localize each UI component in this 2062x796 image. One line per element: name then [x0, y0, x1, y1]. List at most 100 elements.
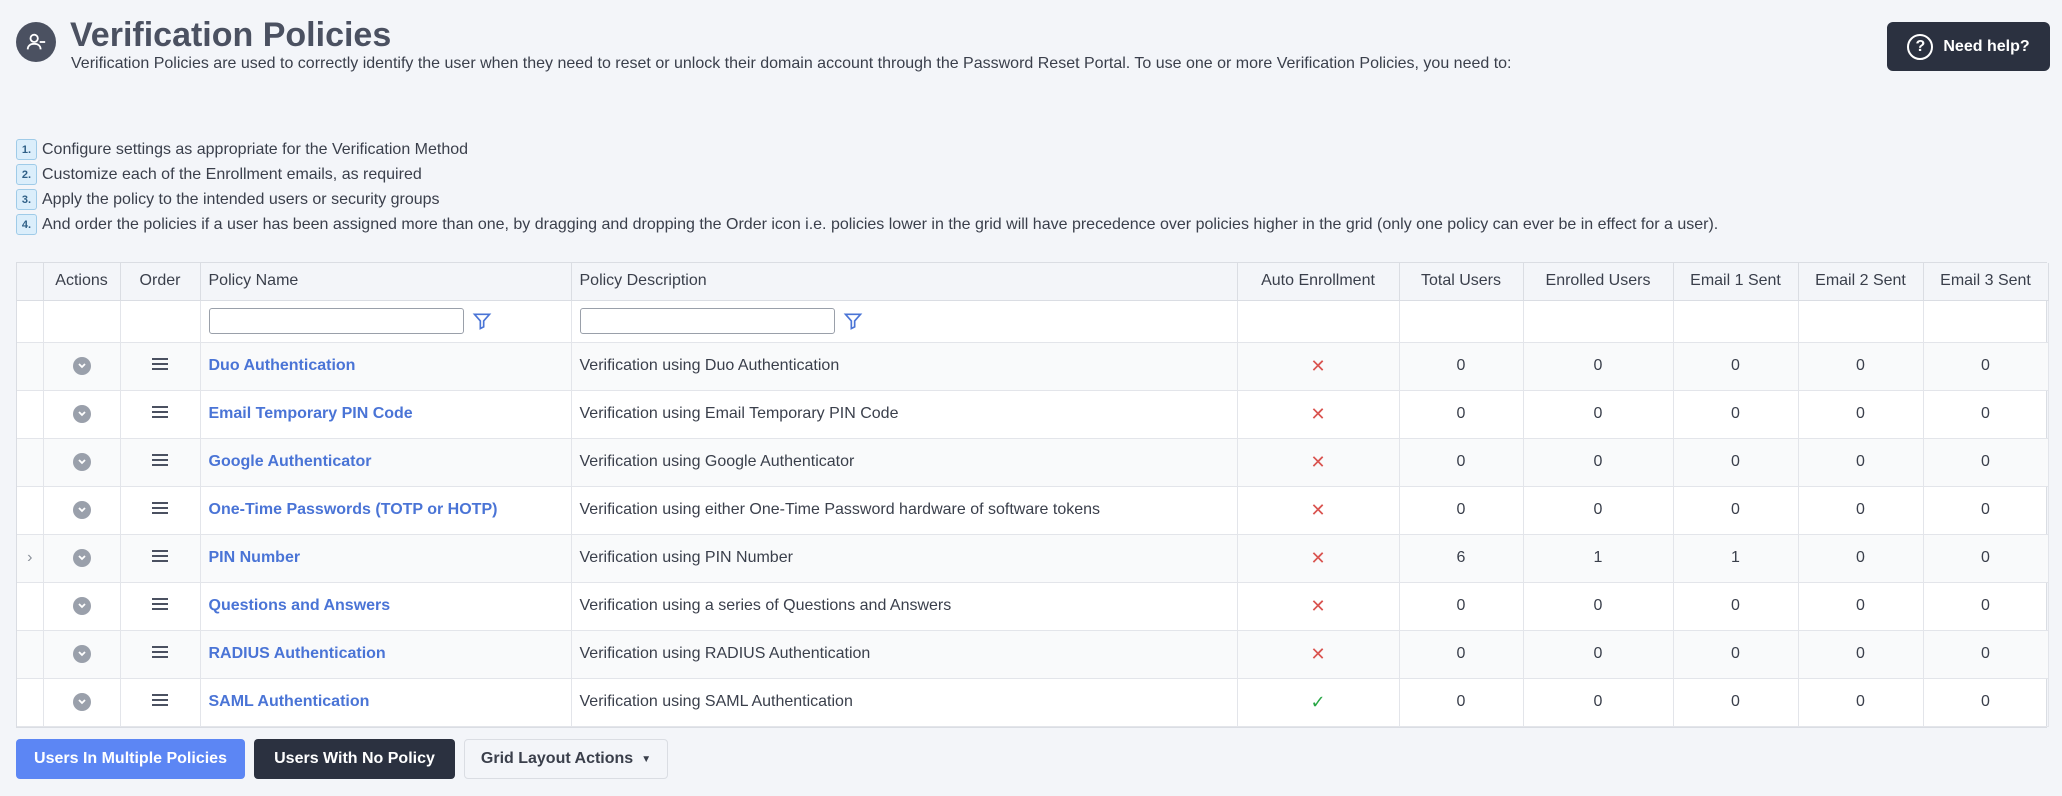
header-row: Actions Order Policy Name Policy Descrip… — [17, 263, 2049, 301]
column-header-policy-name[interactable]: Policy Name — [200, 263, 572, 301]
step-item: 3. Apply the policy to the intended user… — [16, 187, 1718, 212]
cross-icon: ✕ — [1310, 643, 1326, 664]
chevron-right-icon[interactable]: › — [27, 549, 32, 566]
page-description: Verification Policies are used to correc… — [71, 55, 1512, 72]
drag-handle-icon[interactable] — [150, 500, 170, 516]
policy-name-link[interactable]: Duo Authentication — [209, 357, 356, 374]
policy-name-link[interactable]: Email Temporary PIN Code — [209, 405, 413, 422]
column-header-enrolled-users[interactable]: Enrolled Users — [1523, 263, 1674, 301]
step-item: 1. Configure settings as appropriate for… — [16, 137, 1718, 162]
cross-icon: ✕ — [1310, 355, 1326, 376]
email1-sent: 0 — [1673, 630, 1799, 679]
chevron-down-circle-icon[interactable] — [72, 692, 91, 711]
policy-name-link[interactable]: Google Authenticator — [209, 453, 372, 470]
policy-description: Verification using RADIUS Authentication — [571, 630, 1238, 679]
step-number: 2. — [16, 164, 37, 185]
step-number: 1. — [16, 139, 37, 160]
drag-handle-icon[interactable] — [150, 404, 170, 420]
table-row[interactable]: Google Authenticator Verification using … — [17, 438, 2049, 487]
chevron-down-circle-icon[interactable] — [72, 452, 91, 471]
chevron-down-circle-icon[interactable] — [72, 644, 91, 663]
policies-grid: Actions Order Policy Name Policy Descrip… — [16, 262, 2049, 728]
chevron-down-circle-icon[interactable] — [72, 548, 91, 567]
table-row[interactable]: › PIN Number Verification using PIN Numb… — [17, 534, 2049, 583]
cross-icon: ✕ — [1310, 451, 1326, 472]
funnel-icon[interactable] — [472, 311, 492, 331]
drag-handle-icon[interactable] — [150, 452, 170, 468]
email2-sent: 0 — [1798, 390, 1924, 439]
policy-name-filter-input[interactable] — [208, 308, 464, 334]
drag-handle-icon[interactable] — [150, 692, 170, 708]
cross-icon: ✕ — [1310, 595, 1326, 616]
grid-layout-actions-button[interactable]: Grid Layout Actions ▼ — [464, 739, 668, 779]
enrolled-users: 0 — [1523, 390, 1674, 439]
policy-name-link[interactable]: One-Time Passwords (TOTP or HOTP) — [209, 501, 498, 518]
email1-sent: 0 — [1673, 390, 1799, 439]
total-users: 6 — [1399, 534, 1524, 583]
policy-name-link[interactable]: PIN Number — [209, 549, 301, 566]
table-row[interactable]: RADIUS Authentication Verification using… — [17, 630, 2049, 679]
column-header-actions[interactable]: Actions — [43, 263, 121, 301]
chevron-down-circle-icon[interactable] — [72, 356, 91, 375]
users-in-multiple-policies-button[interactable]: Users In Multiple Policies — [16, 739, 245, 779]
chevron-down-circle-icon[interactable] — [72, 404, 91, 423]
column-header-order[interactable]: Order — [120, 263, 201, 301]
step-text: Apply the policy to the intended users o… — [42, 190, 440, 208]
enrolled-users: 0 — [1523, 630, 1674, 679]
drag-handle-icon[interactable] — [150, 644, 170, 660]
email2-sent: 0 — [1798, 630, 1924, 679]
drag-handle-icon[interactable] — [150, 548, 170, 564]
email1-sent: 0 — [1673, 582, 1799, 631]
users-with-no-policy-button[interactable]: Users With No Policy — [254, 739, 455, 779]
drag-handle-icon[interactable] — [150, 356, 170, 372]
email3-sent: 0 — [1923, 438, 2049, 487]
step-text: Customize each of the Enrollment emails,… — [42, 165, 422, 183]
policy-description: Verification using Duo Authentication — [571, 342, 1238, 391]
email2-sent: 0 — [1798, 342, 1924, 391]
column-header-auto-enrollment[interactable]: Auto Enrollment — [1237, 263, 1400, 301]
table-row[interactable]: SAML Authentication Verification using S… — [17, 678, 2049, 727]
column-header-total-users[interactable]: Total Users — [1399, 263, 1524, 301]
enrolled-users: 0 — [1523, 342, 1674, 391]
total-users: 0 — [1399, 390, 1524, 439]
policy-name-link[interactable]: SAML Authentication — [209, 693, 370, 710]
email1-sent: 0 — [1673, 438, 1799, 487]
total-users: 0 — [1399, 486, 1524, 535]
email3-sent: 0 — [1923, 342, 2049, 391]
table-row[interactable]: Duo Authentication Verification using Du… — [17, 342, 2049, 391]
chevron-down-circle-icon[interactable] — [72, 596, 91, 615]
policy-name-link[interactable]: RADIUS Authentication — [209, 645, 386, 662]
column-header-email1-sent[interactable]: Email 1 Sent — [1673, 263, 1799, 301]
email1-sent: 0 — [1673, 342, 1799, 391]
expand-column-header — [17, 263, 44, 301]
policy-description: Verification using SAML Authentication — [571, 678, 1238, 727]
column-header-policy-description[interactable]: Policy Description — [571, 263, 1238, 301]
step-item: 4. And order the policies if a user has … — [16, 212, 1718, 237]
drag-handle-icon[interactable] — [150, 596, 170, 612]
email1-sent: 0 — [1673, 678, 1799, 727]
enrolled-users: 0 — [1523, 438, 1674, 487]
table-row[interactable]: One-Time Passwords (TOTP or HOTP) Verifi… — [17, 486, 2049, 535]
email3-sent: 0 — [1923, 390, 2049, 439]
page-title: Verification Policies — [70, 16, 392, 54]
column-header-email3-sent[interactable]: Email 3 Sent — [1923, 263, 2049, 301]
email1-sent: 1 — [1673, 534, 1799, 583]
grid-layout-actions-label: Grid Layout Actions — [480, 750, 634, 767]
need-help-button[interactable]: ? Need help? — [1887, 22, 2050, 71]
chevron-down-circle-icon[interactable] — [72, 500, 91, 519]
enrolled-users: 1 — [1523, 534, 1674, 583]
table-row[interactable]: Questions and Answers Verification using… — [17, 582, 2049, 631]
funnel-icon[interactable] — [843, 311, 863, 331]
total-users: 0 — [1399, 342, 1524, 391]
column-header-email2-sent[interactable]: Email 2 Sent — [1798, 263, 1924, 301]
need-help-label: Need help? — [1943, 37, 2030, 55]
policy-description-filter-input[interactable] — [579, 308, 835, 334]
user-minus-icon — [16, 22, 56, 62]
policy-description: Verification using either One-Time Passw… — [571, 486, 1238, 535]
step-text: Configure settings as appropriate for th… — [42, 140, 469, 158]
email2-sent: 0 — [1798, 438, 1924, 487]
policy-description: Verification using a series of Questions… — [571, 582, 1238, 631]
policy-name-link[interactable]: Questions and Answers — [209, 597, 391, 614]
table-row[interactable]: Email Temporary PIN Code Verification us… — [17, 390, 2049, 439]
policy-description: Verification using Email Temporary PIN C… — [571, 390, 1238, 439]
